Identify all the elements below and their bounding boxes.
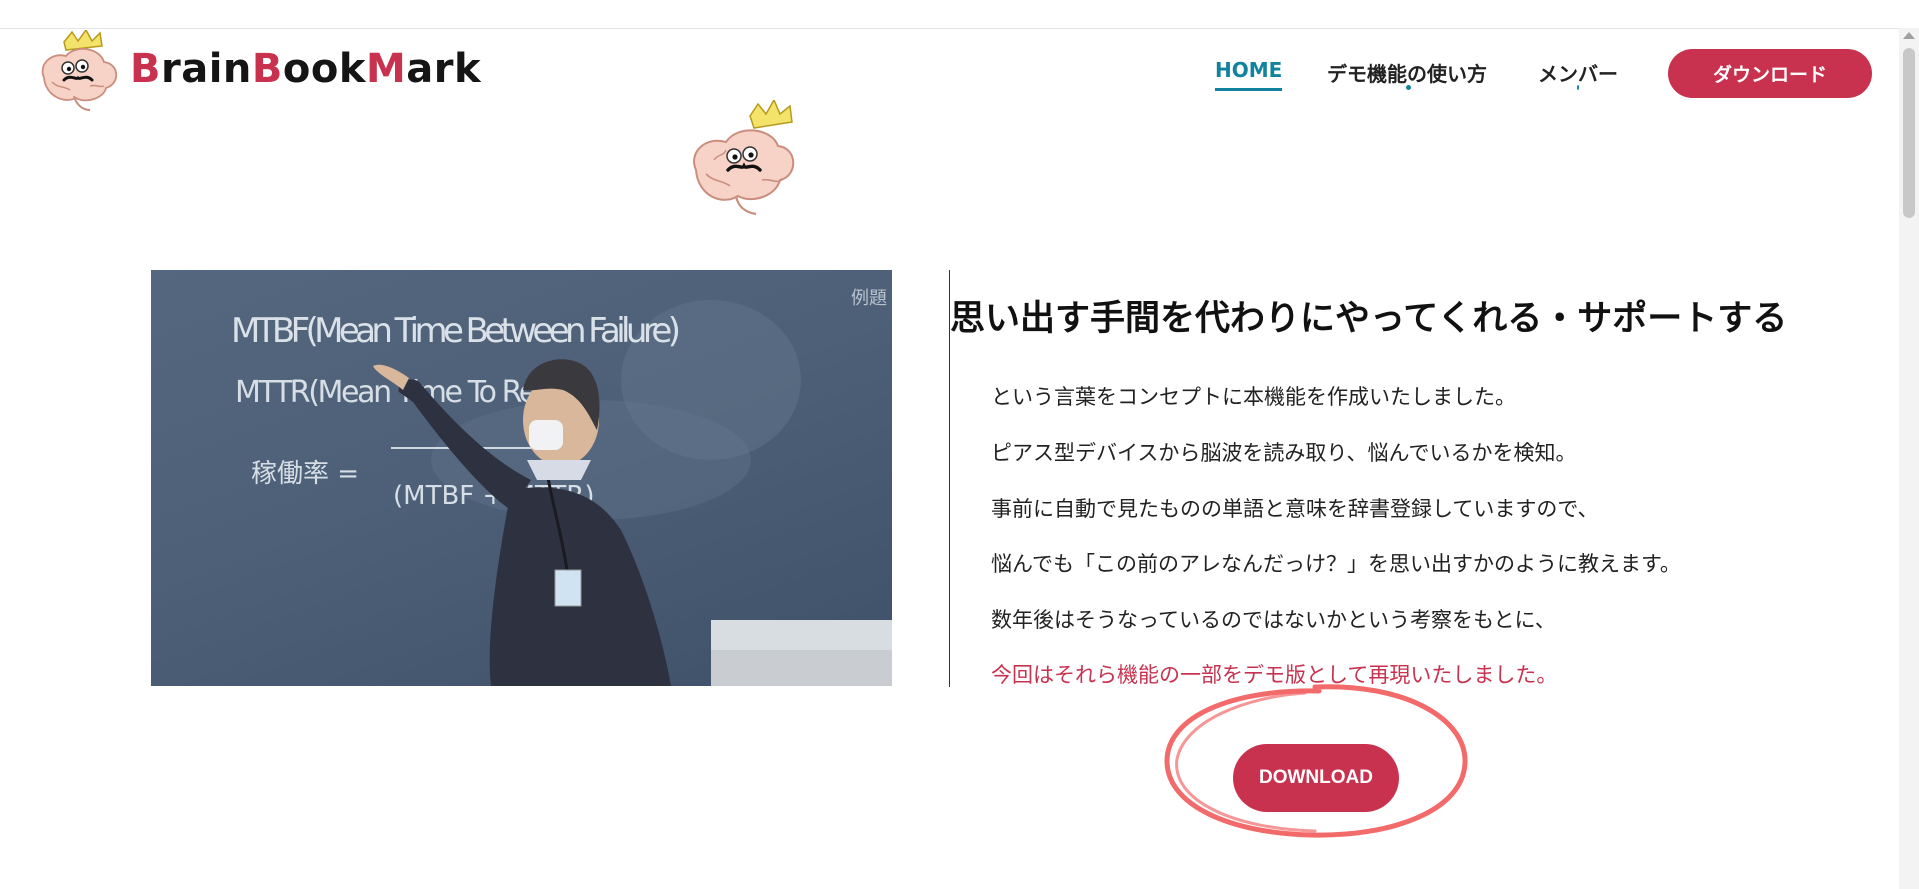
- brand-logo-text[interactable]: BrainBookMark: [130, 46, 481, 92]
- nav-home[interactable]: HOME: [1215, 58, 1283, 91]
- nav-indicator-dot: [1406, 85, 1411, 90]
- brain-mascot-icon: [693, 100, 795, 216]
- browser-top-edge: [0, 0, 1919, 29]
- concept-paragraph: ピアス型デバイスから脳波を読み取り、悩んでいるかを検知。: [991, 441, 1577, 465]
- download-header-button[interactable]: ダウンロード: [1668, 49, 1872, 98]
- scrollbar-thumb[interactable]: [1903, 48, 1915, 218]
- nav-indicator-dot: [1577, 85, 1579, 90]
- board-text: MTBF(Mean Time Between Failure): [231, 311, 681, 351]
- concept-paragraph: という言葉をコンセプトに本機能を作成いたしました。: [991, 385, 1516, 409]
- brain-mascot-logo-icon[interactable]: [34, 30, 124, 116]
- board-text: 例題: [851, 288, 887, 309]
- board-text: 稼働率 =: [251, 459, 359, 489]
- nav-demo-usage[interactable]: デモ機能の使い方: [1327, 58, 1487, 87]
- concept-paragraph: 悩んでも「この前のアレなんだっけ？」を思い出すかのように教えます。: [991, 552, 1681, 576]
- concept-paragraph: 事前に自動で見たものの単語と意味を辞書登録していますので、: [991, 497, 1599, 521]
- brand-letter: M: [365, 46, 407, 92]
- brand-letter: B: [130, 46, 161, 92]
- scroll-up-arrow-icon[interactable]: [1903, 32, 1915, 39]
- lecture-photo: MTBF(Mean Time Between Failure) MTTR(Mea…: [151, 270, 892, 686]
- brand-part: rain: [161, 46, 252, 92]
- brand-part: ook: [282, 46, 366, 92]
- concept-paragraph: 数年後はそうなっているのではないかという考察をもとに、: [991, 608, 1556, 632]
- brand-letter: B: [251, 46, 283, 92]
- concept-headline: 思い出す手間を代わりにやってくれる・サポートする: [950, 299, 1788, 339]
- download-button[interactable]: DOWNLOAD: [1233, 744, 1399, 812]
- brand-part: ark: [406, 46, 482, 92]
- nav-members[interactable]: メンバー: [1538, 58, 1618, 87]
